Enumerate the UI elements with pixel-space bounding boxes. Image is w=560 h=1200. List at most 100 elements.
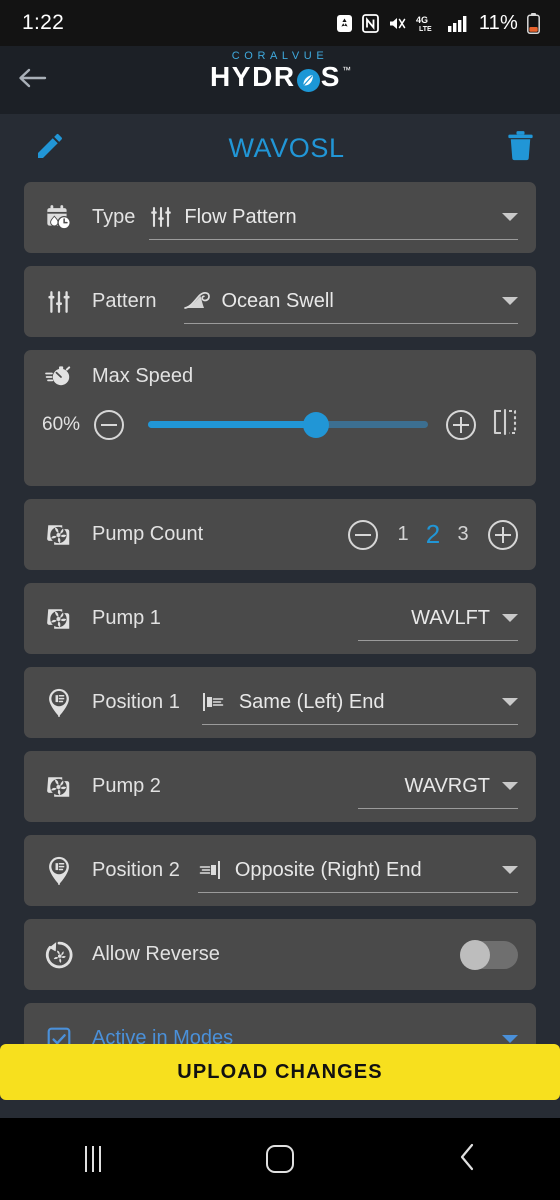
align-right-end-icon <box>198 859 224 881</box>
pump-count-stepper[interactable]: 1 2 3 <box>348 519 518 550</box>
svg-text:LTE: LTE <box>419 26 432 33</box>
max-speed-percent: 60% <box>42 413 81 435</box>
row-allow-reverse[interactable]: Allow Reverse <box>24 919 536 990</box>
recents-icon <box>85 1146 102 1172</box>
max-speed-decrement-button[interactable] <box>94 409 124 440</box>
brand-leaf-icon <box>296 69 320 92</box>
trash-icon <box>507 130 534 165</box>
4g-lte-icon: 4G LTE <box>416 14 438 33</box>
edit-name-button[interactable] <box>34 130 66 167</box>
upload-changes-button[interactable]: UPLOAD CHANGES <box>0 1044 560 1100</box>
wave-icon <box>184 291 211 311</box>
row-pump-2-label: Pump 2 <box>92 775 161 797</box>
reverse-rotation-icon <box>42 941 76 969</box>
pump-2-value: WAVRGT <box>404 774 490 797</box>
allow-reverse-toggle[interactable] <box>460 939 518 970</box>
battery-saver-icon <box>336 14 353 33</box>
location-pin-icon <box>42 688 76 718</box>
max-speed-increment-button[interactable] <box>446 409 476 440</box>
row-pump-2[interactable]: Pump 2 WAVRGT <box>24 751 536 822</box>
battery-icon <box>527 12 540 34</box>
pencil-icon <box>34 133 66 166</box>
row-max-speed[interactable]: Max Speed 60% <box>24 350 536 486</box>
row-pump-count-label: Pump Count <box>92 523 204 545</box>
phone-screen: 1:22 4G LTE 11% CORALVUE HYDR S ™ WAVOSL… <box>0 0 560 1200</box>
brand-trademark: ™ <box>342 65 352 75</box>
back-button[interactable] <box>0 46 64 114</box>
pump-impeller-icon <box>42 522 76 548</box>
app-header: CORALVUE HYDR S ™ <box>0 46 560 114</box>
page-title: WAVOSL <box>228 132 345 163</box>
pump-1-value: WAVLFT <box>411 606 490 629</box>
pump-impeller-icon <box>42 606 76 632</box>
back-arrow-icon <box>17 66 47 95</box>
chevron-down-icon <box>492 297 518 305</box>
mirror-button[interactable] <box>492 408 518 441</box>
chevron-down-icon <box>492 698 518 706</box>
slider-thumb[interactable] <box>303 411 329 438</box>
nav-back-button[interactable] <box>407 1142 527 1177</box>
signal-bars-icon <box>447 14 469 33</box>
svg-text:4G: 4G <box>416 15 428 25</box>
type-dropdown[interactable]: Flow Pattern <box>149 196 518 240</box>
brand-logo: CORALVUE HYDR S ™ <box>0 50 560 92</box>
brand-s: S <box>320 61 342 92</box>
plus-circle-icon <box>488 519 518 550</box>
chevron-down-icon <box>502 782 518 790</box>
pump-count-option-1[interactable]: 1 <box>388 523 418 546</box>
pump-count-option-2[interactable]: 2 <box>418 519 448 550</box>
minus-circle-icon <box>348 519 378 550</box>
pump-count-option-3[interactable]: 3 <box>448 523 478 546</box>
pump-count-increment-button[interactable] <box>488 519 518 550</box>
mirror-flip-icon <box>492 408 518 441</box>
position-1-dropdown[interactable]: Same (Left) End <box>201 681 518 725</box>
type-value: Flow Pattern <box>184 205 297 228</box>
chevron-down-icon <box>492 213 518 221</box>
chevron-down-icon <box>492 1034 518 1043</box>
align-left-end-icon <box>202 691 228 713</box>
home-icon <box>265 1145 294 1173</box>
pattern-value: Ocean Swell <box>221 289 334 312</box>
tune-sliders-icon <box>149 205 173 229</box>
brand-hydr: HYDR <box>209 61 296 92</box>
row-pump-count[interactable]: Pump Count 1 2 3 <box>24 499 536 570</box>
back-chevron-icon <box>456 1142 478 1177</box>
pump-2-dropdown[interactable]: WAVRGT <box>358 765 518 809</box>
title-row: WAVOSL <box>0 114 560 182</box>
location-pin-icon <box>42 856 76 886</box>
max-speed-slider[interactable] <box>148 411 428 439</box>
minus-circle-icon <box>94 409 124 440</box>
pattern-dropdown[interactable]: Ocean Swell <box>184 280 518 324</box>
status-bar: 1:22 4G LTE 11% <box>0 0 560 46</box>
plus-circle-icon <box>446 409 476 440</box>
row-position-2-label: Position 2 <box>92 859 180 881</box>
pump-count-decrement-button[interactable] <box>348 519 378 550</box>
slider-fill <box>148 421 316 428</box>
nfc-icon <box>361 13 379 33</box>
battery-percent-label: 11% <box>478 11 518 34</box>
chevron-down-icon <box>502 614 518 622</box>
android-nav-bar <box>0 1118 560 1200</box>
row-position-1[interactable]: Position 1 Same (Left) End <box>24 667 536 738</box>
status-icon-tray: 4G LTE 11% <box>336 12 540 35</box>
speedometer-icon <box>42 364 76 388</box>
nav-recents-button[interactable] <box>33 1146 153 1172</box>
row-position-2[interactable]: Position 2 Opposite (Right) End <box>24 835 536 906</box>
row-max-speed-label: Max Speed <box>92 364 194 387</box>
row-pattern[interactable]: Pattern Ocean Swell <box>24 266 536 337</box>
row-position-1-label: Position 1 <box>92 691 180 713</box>
row-type[interactable]: Type Flow Pattern <box>24 182 536 253</box>
row-pump-1[interactable]: Pump 1 WAVLFT <box>24 583 536 654</box>
nav-home-button[interactable] <box>220 1145 340 1173</box>
position-1-value: Same (Left) End <box>238 690 385 713</box>
pump-1-dropdown[interactable]: WAVLFT <box>358 597 518 641</box>
position-2-value: Opposite (Right) End <box>234 858 422 881</box>
row-allow-reverse-label: Allow Reverse <box>92 943 220 965</box>
pump-impeller-icon <box>42 774 76 800</box>
position-2-dropdown[interactable]: Opposite (Right) End <box>197 849 518 893</box>
row-type-label: Type <box>92 206 136 228</box>
delete-button[interactable] <box>507 130 534 166</box>
toggle-knob <box>460 939 490 970</box>
tune-sliders-icon <box>42 289 76 315</box>
schedule-water-icon <box>42 204 76 232</box>
